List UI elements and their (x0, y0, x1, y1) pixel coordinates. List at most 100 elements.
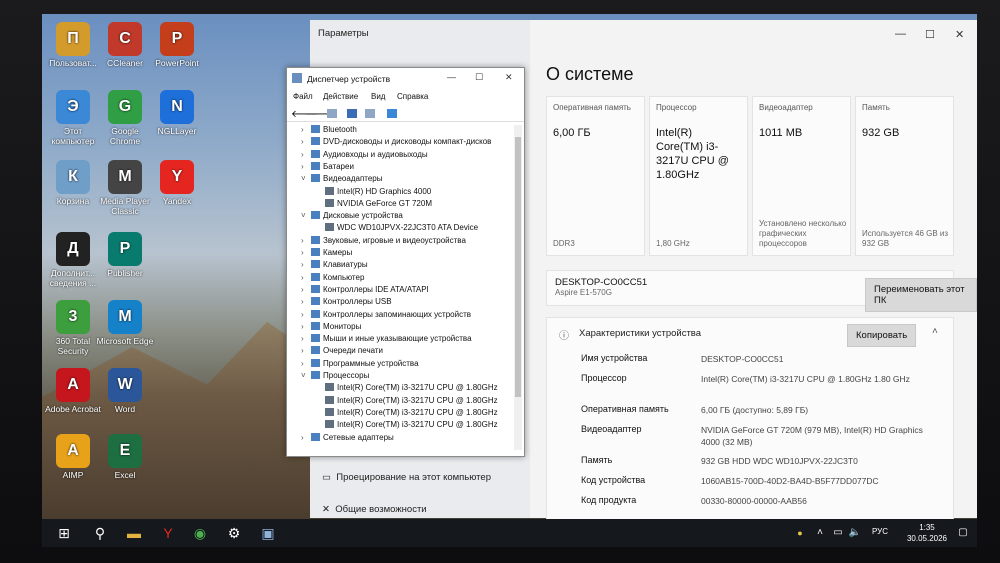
device-category[interactable]: › Батареи (301, 161, 354, 174)
device-category[interactable]: › Камеры (301, 248, 352, 260)
device-category[interactable]: › Клавиатуры (301, 260, 368, 272)
desktop-icon-yandex[interactable]: Y Yandex (148, 160, 206, 206)
input-language[interactable]: РУС (872, 527, 888, 536)
projection-link[interactable]: ▭ Проецирование на этот компьютер (322, 472, 491, 483)
properties-icon[interactable] (327, 109, 337, 118)
clock[interactable]: 1:35 30.05.2026 (907, 522, 947, 544)
device-category[interactable]: ˅ Дисковые устройства (301, 211, 403, 223)
desktop-icon-user-folder[interactable]: П Пользоват... (44, 22, 102, 68)
desktop-icon-label: Microsoft Edge (96, 336, 154, 346)
shared-experiences-link[interactable]: ✕ Общие возможности (322, 504, 427, 515)
close-icon[interactable]: ✕ (955, 28, 964, 41)
desktop-icon-aimp[interactable]: A AIMP (44, 434, 102, 480)
device-manager-taskbar-icon[interactable]: ▣ (260, 525, 276, 541)
device-category[interactable]: › Звуковые, игровые и видеоустройства (301, 235, 466, 248)
device-item[interactable]: Intel(R) Core(TM) i3-3217U CPU @ 1.80GHz (315, 420, 498, 432)
desktop-icon-mpc[interactable]: M Media Player Classic (96, 160, 154, 216)
device-label: Контроллеры USB (323, 297, 392, 307)
device-category[interactable]: › Контроллеры запоминающих устройств (301, 309, 471, 322)
taskbar: ⊞ ⚲ ▬ Y ◉ ⚙ ▣ ● ˄ ▭ 🔈 РУС 1:35 30.05.202… (42, 519, 977, 547)
desktop-icon-this-pc[interactable]: Э Этот компьютер (44, 90, 102, 146)
desktop-icon-acrobat[interactable]: A Adobe Acrobat (44, 368, 102, 414)
desktop-icon-publisher[interactable]: P Publisher (96, 232, 154, 278)
device-item[interactable]: Intel(R) Core(TM) i3-3217U CPU @ 1.80GHz (315, 407, 498, 420)
expand-chevron-icon: › (301, 137, 304, 147)
device-icon (311, 321, 320, 330)
view-icon[interactable] (365, 109, 375, 118)
dm-minimize-icon[interactable]: — (447, 72, 456, 82)
menu-view[interactable]: Вид (371, 92, 385, 101)
settings-gear-icon[interactable]: ⚙ (226, 525, 242, 541)
desktop-icon-ccleaner[interactable]: C CCleaner (96, 22, 154, 68)
desktop-icon-info[interactable]: Д Дополнит... сведения ... (44, 232, 102, 288)
device-icon (325, 198, 334, 207)
device-item[interactable]: Intel(R) Core(TM) i3-3217U CPU @ 1.80GHz (315, 395, 498, 408)
device-item[interactable]: Intel(R) HD Graphics 4000 (315, 186, 431, 199)
minimize-icon[interactable]: — (895, 28, 906, 40)
device-label: NVIDIA GeForce GT 720M (337, 198, 432, 208)
dm-scroll-thumb[interactable] (515, 137, 521, 397)
device-item[interactable]: WDC WD10JPVX-22JC3T0 ATA Device (315, 223, 478, 235)
menu-help[interactable]: Справка (397, 92, 428, 101)
device-category[interactable]: › DVD-дисководы и дисководы компакт-диско… (301, 137, 491, 149)
copy-button[interactable]: Копировать (847, 324, 917, 347)
spec-value: Intel(R) Core(TM) i3-3217U CPU @ 1.80GHz… (701, 374, 910, 384)
desktop-icon-chrome[interactable]: G Google Chrome (96, 90, 154, 146)
device-category[interactable]: › Контроллеры IDE ATA/ATAPI (301, 284, 429, 297)
device-icon (325, 223, 334, 232)
device-item[interactable]: Intel(R) Core(TM) i3-3217U CPU @ 1.80GHz (315, 383, 498, 395)
menu-file[interactable]: Файл (293, 92, 313, 101)
tray-app-icon[interactable]: ● (792, 525, 808, 541)
device-category[interactable]: › Мыши и иные указывающие устройства (301, 334, 472, 346)
desktop-icon-label: Корзина (56, 196, 90, 206)
device-category[interactable]: ˅ Видеоадаптеры (301, 174, 383, 186)
dm-close-icon[interactable]: ✕ (505, 72, 513, 83)
device-icon (311, 248, 320, 256)
device-category[interactable]: › Контроллеры USB (301, 297, 392, 309)
device-category[interactable]: › Мониторы (301, 321, 361, 334)
rename-pc-button[interactable]: Переименовать этот ПК (865, 278, 977, 312)
chrome-taskbar-icon[interactable]: ◉ (192, 525, 208, 541)
help-icon[interactable] (347, 109, 357, 118)
desktop-icon-ngl[interactable]: N NGLLayer (148, 90, 206, 136)
device-category[interactable]: › Компьютер (301, 272, 364, 285)
notifications-icon[interactable]: ▢ (955, 525, 971, 541)
expand-chevron-icon: › (301, 432, 304, 442)
desktop-icon-edge[interactable]: M Microsoft Edge (96, 300, 154, 346)
expand-chevron-icon: › (301, 334, 304, 344)
device-category[interactable]: › Bluetooth (301, 125, 357, 137)
device-category[interactable]: ˅ Процессоры (301, 371, 369, 383)
device-category[interactable]: › Сетевые адаптеры (301, 432, 394, 445)
desktop-icon-recycle-bin[interactable]: К Корзина (44, 160, 102, 206)
device-label: Intel(R) Core(TM) i3-3217U CPU @ 1.80GHz (337, 407, 498, 417)
expand-chevron-icon: ˅ (301, 211, 306, 221)
spec-value: NVIDIA GeForce GT 720M (979 MB), Intel(R… (701, 425, 923, 447)
device-manager-window: Диспетчер устройств — ☐ ✕ Файл Действие … (286, 67, 525, 457)
maximize-icon[interactable]: ☐ (925, 28, 935, 41)
search-icon[interactable]: ⚲ (92, 525, 108, 541)
menu-action[interactable]: Действие (323, 92, 358, 101)
device-category[interactable]: › Очереди печати (301, 346, 383, 358)
dm-maximize-icon[interactable]: ☐ (475, 72, 483, 83)
desktop-icon-security[interactable]: 3 360 Total Security (44, 300, 102, 356)
scan-hardware-icon[interactable] (387, 109, 397, 118)
desktop-icon-word[interactable]: W Word (96, 368, 154, 414)
dm-scrollbar[interactable] (514, 125, 522, 450)
desktop-icon-powerpoint[interactable]: P PowerPoint (148, 22, 206, 68)
device-category[interactable]: › Аудиовходы и аудиовыходы (301, 149, 428, 162)
publisher-icon: P (108, 232, 142, 266)
device-category[interactable]: › Программные устройства (301, 358, 419, 371)
start-icon[interactable]: ⊞ (56, 525, 72, 541)
file-explorer-icon[interactable]: ▬ (126, 525, 142, 541)
desktop-icon-excel[interactable]: E Excel (96, 434, 154, 480)
chevron-up-icon[interactable]: ˄ (932, 326, 938, 337)
device-item[interactable]: NVIDIA GeForce GT 720M (315, 198, 432, 211)
clock-time: 1:35 (919, 523, 935, 532)
this-pc-icon: Э (56, 90, 90, 124)
device-label: Звуковые, игровые и видеоустройства (323, 235, 466, 245)
tray-chevron-icon[interactable]: ˄ (812, 525, 828, 541)
network-icon[interactable]: ▭ (830, 525, 846, 541)
volume-icon[interactable]: 🔈 (847, 525, 863, 541)
yandex-taskbar-icon[interactable]: Y (160, 525, 176, 541)
spec-value: DESKTOP-CO0CC51 (701, 354, 784, 364)
